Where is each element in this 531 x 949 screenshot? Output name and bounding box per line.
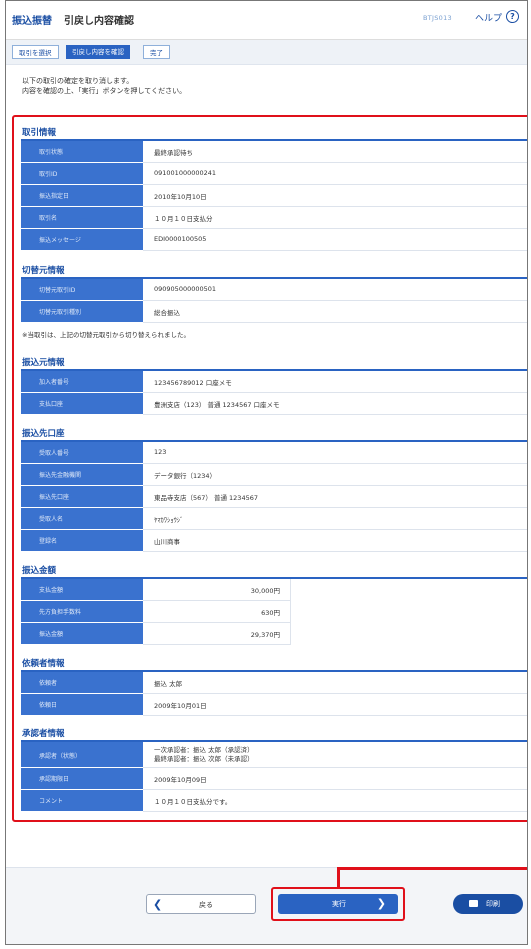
instruction-line-2: 内容を確認の上、「実行」ボタンを押してください。 xyxy=(22,87,187,95)
instruction-line-1: 以下の取引の確定を取り消します。 xyxy=(22,77,134,85)
help-link[interactable]: ヘルプ xyxy=(475,11,502,24)
chevron-left-icon: ❮ xyxy=(153,898,163,911)
callout-connector-horizontal xyxy=(337,867,527,870)
app-window: 振込振替 引戻し内容確認 BTJS013 ヘルプ ? 取引を選択 引戻し内容を確… xyxy=(5,0,528,945)
execute-highlight-box xyxy=(271,887,405,921)
page-title: 引戻し内容確認 xyxy=(64,16,134,27)
progress-steps: 取引を選択 引戻し内容を確認 完了 xyxy=(6,40,527,65)
screen-id: BTJS013 xyxy=(423,14,452,22)
back-button-label: 戻る xyxy=(199,901,213,909)
printer-icon xyxy=(469,900,478,907)
print-button-label: 印刷 xyxy=(486,900,500,908)
print-button[interactable]: 印刷 xyxy=(453,894,523,914)
callout-connector-vertical xyxy=(337,867,340,888)
back-button[interactable]: ❮ 戻る xyxy=(146,894,256,914)
header-bar: 振込振替 引戻し内容確認 BTJS013 ヘルプ ? xyxy=(6,1,527,40)
content-highlight-box xyxy=(12,115,527,822)
step-complete: 完了 xyxy=(143,45,170,59)
module-name: 振込振替 xyxy=(12,16,52,27)
help-icon[interactable]: ? xyxy=(506,10,519,23)
footer-bar xyxy=(6,867,527,944)
step-confirm-pullback: 引戻し内容を確認 xyxy=(66,45,130,59)
instruction-text: 以下の取引の確定を取り消します。 内容を確認の上、「実行」ボタンを押してください… xyxy=(22,76,186,96)
step-select-transaction: 取引を選択 xyxy=(12,45,59,59)
